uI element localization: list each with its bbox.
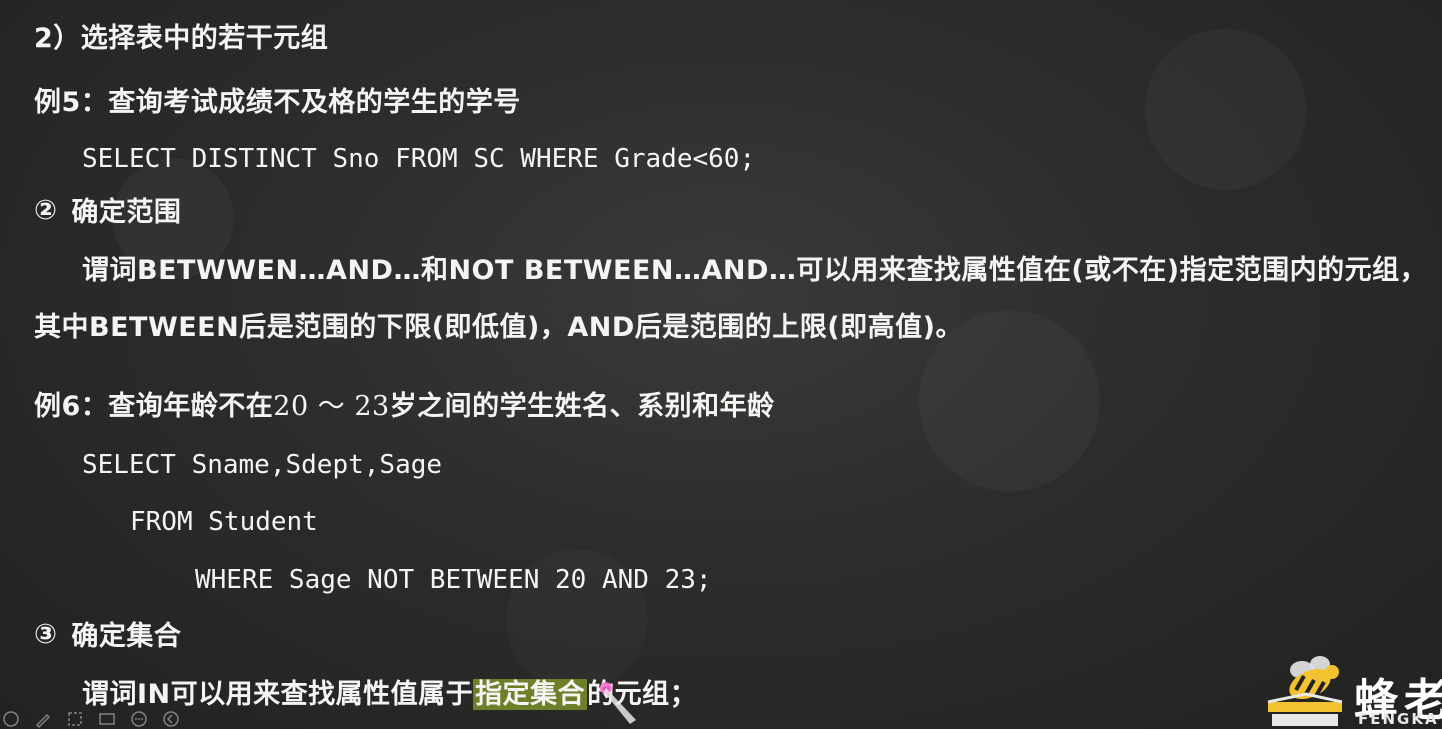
example-6-label-pre: 例6：查询年龄不在 xyxy=(34,391,274,422)
prev-icon[interactable] xyxy=(0,708,22,729)
example-5-label: 例5：查询考试成绩不及格的学生的学号 xyxy=(34,87,521,118)
range-description-line-1: 谓词BETWWEN…AND…和NOT BETWEEN…AND…可以用来查找属性值… xyxy=(82,255,1428,286)
range-description-line-2: 其中BETWEEN后是范围的下限(即低值)，AND后是范围的上限(即高值)。 xyxy=(34,312,963,343)
brand-logo: 蜂老 FENGKA xyxy=(1262,650,1442,729)
screen-icon[interactable] xyxy=(96,708,118,729)
set-description-pre: 谓词IN可以用来查找属性值属于 xyxy=(82,679,474,710)
example-6-sql-select: SELECT Sname,Sdept,Sage xyxy=(82,450,443,480)
section-heading: 2）选择表中的若干元组 xyxy=(34,23,329,54)
range-title-text: 确定范围 xyxy=(71,197,182,228)
zoom-icon[interactable] xyxy=(64,708,86,729)
more-icon[interactable] xyxy=(128,708,150,729)
example-6-label: 例6：查询年龄不在20 ～ 23岁之间的学生姓名、系别和年龄 xyxy=(34,390,775,424)
circled-number-2: ② xyxy=(34,195,58,226)
back-icon[interactable] xyxy=(160,708,182,729)
set-description-highlight: 指定集合 xyxy=(473,679,588,710)
logo-english-text: FENGKA xyxy=(1358,710,1439,728)
example-6-label-post: 岁之间的学生姓名、系别和年龄 xyxy=(389,391,775,422)
circled-number-3: ③ xyxy=(34,619,58,650)
example-6-range: 20 ～ 23 xyxy=(273,391,390,422)
example-6-sql-where: WHERE Sage NOT BETWEEN 20 AND 23; xyxy=(195,565,712,595)
presentation-toolbar xyxy=(0,708,182,729)
set-title-text: 确定集合 xyxy=(71,621,182,652)
pointer-cursor-icon xyxy=(598,680,642,729)
section-range-title: ② 确定范围 xyxy=(34,196,181,230)
bee-logo-icon xyxy=(1267,656,1343,726)
pen-icon[interactable] xyxy=(32,708,54,729)
example-5-sql: SELECT DISTINCT Sno FROM SC WHERE Grade<… xyxy=(82,144,756,174)
section-set-title: ③ 确定集合 xyxy=(34,620,181,654)
example-6-sql-from: FROM Student xyxy=(130,507,318,537)
